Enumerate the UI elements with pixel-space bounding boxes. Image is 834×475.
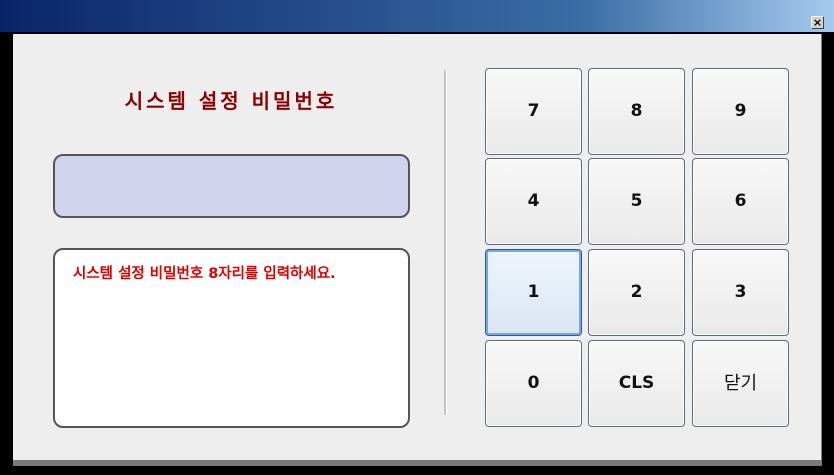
- dialog-title: 시스템 설정 비밀번호: [124, 89, 338, 113]
- key-2[interactable]: 2: [588, 249, 685, 336]
- password-input[interactable]: [53, 154, 410, 218]
- window-bottom-edge: [13, 460, 822, 466]
- key-0[interactable]: 0: [485, 340, 582, 427]
- key-3[interactable]: 3: [692, 249, 789, 336]
- key-5[interactable]: 5: [588, 158, 685, 245]
- key-9[interactable]: 9: [692, 68, 789, 155]
- key-4[interactable]: 4: [485, 158, 582, 245]
- close-button[interactable]: 닫기: [692, 340, 789, 427]
- key-7[interactable]: 7: [485, 68, 582, 155]
- title-bar[interactable]: ×: [0, 0, 834, 32]
- message-panel: 시스템 설정 비밀번호 8자리를 입력하세요.: [53, 248, 410, 428]
- key-1[interactable]: 1: [485, 249, 582, 336]
- clear-button[interactable]: CLS: [588, 340, 685, 427]
- password-dialog-window: × 시스템 설정 비밀번호 시스템 설정 비밀번호 8자리를 입력하세요. 7 …: [0, 0, 834, 475]
- vertical-divider: [444, 70, 447, 415]
- instruction-message: 시스템 설정 비밀번호 8자리를 입력하세요.: [73, 266, 336, 282]
- key-6[interactable]: 6: [692, 158, 789, 245]
- close-icon[interactable]: ×: [811, 16, 824, 29]
- key-8[interactable]: 8: [588, 68, 685, 155]
